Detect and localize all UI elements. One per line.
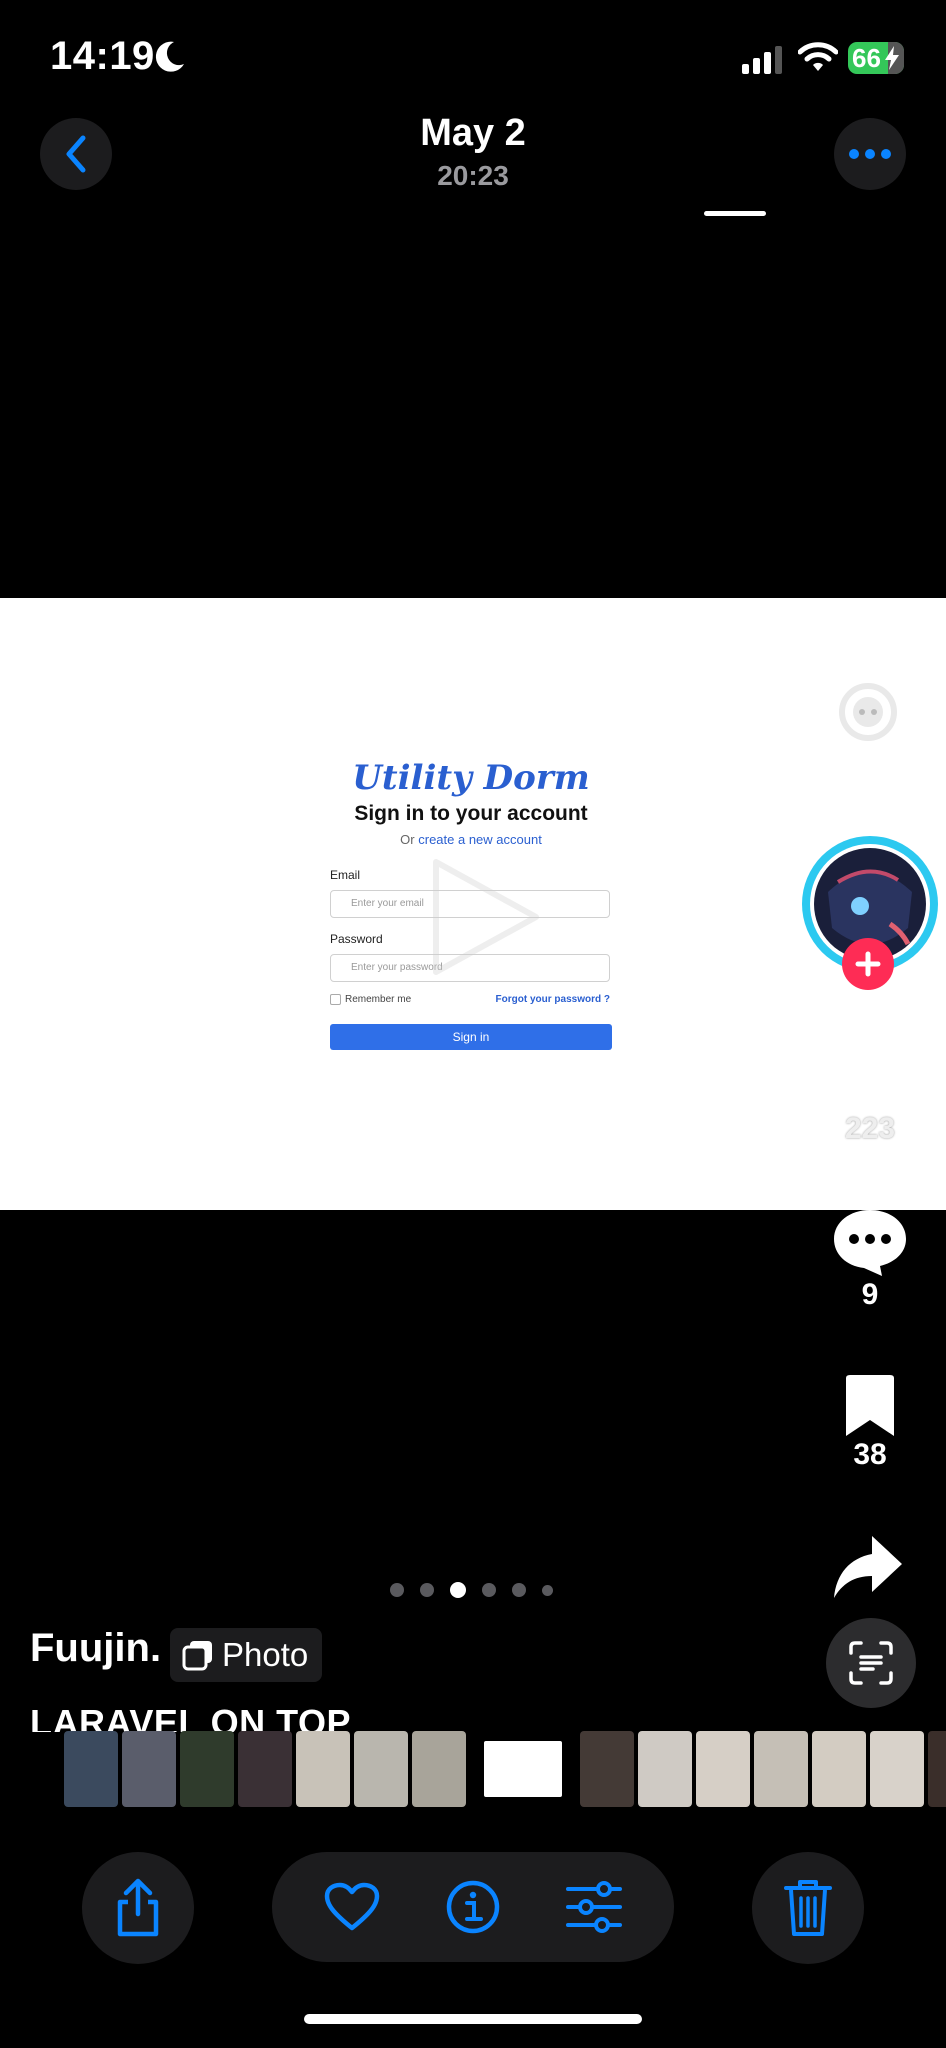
wifi-icon [798, 40, 838, 74]
info-button[interactable] [445, 1879, 501, 1935]
comment-bubble-icon [834, 1210, 906, 1276]
heart-icon [834, 1046, 906, 1110]
text-scan-icon [849, 1641, 893, 1685]
photo-stack-icon [182, 1641, 212, 1671]
filmstrip-thumbnail[interactable] [812, 1731, 866, 1807]
filmstrip-thumbnail[interactable] [928, 1731, 946, 1807]
page-dot [542, 1584, 553, 1596]
bookmark-count: 38 [853, 1438, 887, 1471]
bookmark-button[interactable]: 38 [820, 1374, 920, 1472]
heart-outline-icon [325, 1882, 380, 1931]
filmstrip-thumbnail[interactable] [580, 1731, 634, 1807]
adjust-button[interactable] [565, 1881, 622, 1933]
trash-icon [784, 1880, 832, 1936]
delete-button[interactable] [752, 1852, 864, 1964]
filmstrip-thumbnail[interactable] [122, 1731, 176, 1807]
focus-moon-icon [150, 38, 188, 76]
ellipsis-icon [849, 149, 891, 159]
battery-indicator: 66 [848, 42, 904, 74]
post-caption: LARAVEL ON TOP [30, 1702, 352, 1732]
create-account-link: create a new account [418, 832, 542, 847]
page-indicator [390, 1582, 553, 1598]
remember-label: Remember me [345, 994, 412, 1005]
page-dot [390, 1583, 404, 1597]
share-button[interactable] [82, 1852, 194, 1964]
brand-logo: Utility Dorm [352, 758, 590, 798]
page-dot [420, 1583, 434, 1597]
sliders-icon [565, 1881, 622, 1933]
comment-button[interactable]: 9 [820, 1208, 920, 1312]
signin-subtitle: Or create a new account [330, 832, 612, 847]
filmstrip-thumbnail[interactable] [64, 1731, 118, 1807]
filmstrip-thumbnail[interactable] [412, 1731, 466, 1807]
remember-me: Remember me [330, 994, 411, 1005]
filmstrip[interactable] [30, 1730, 946, 1808]
share-icon [117, 1878, 159, 1937]
signin-button: Sign in [330, 1024, 612, 1050]
more-options-button[interactable] [834, 118, 906, 190]
live-text-button[interactable] [826, 1618, 916, 1708]
photo-time: 20:23 [437, 160, 509, 191]
filmstrip-current-thumbnail[interactable] [484, 1741, 562, 1797]
page-dot [512, 1583, 526, 1597]
scrubber-indicator [704, 211, 766, 216]
page-dot [450, 1582, 466, 1598]
ai-assistant-icon[interactable] [838, 682, 898, 742]
like-button[interactable]: 223 [820, 1044, 920, 1146]
forgot-password-link: Forgot your password ? [495, 994, 610, 1005]
login-form-preview: Utility Dorm Sign in to your account Or … [330, 598, 612, 1210]
filmstrip-thumbnail[interactable] [638, 1731, 692, 1807]
bookmark-icon [846, 1375, 894, 1436]
favorite-button[interactable] [324, 1882, 380, 1932]
signin-title: Sign in to your account [354, 802, 588, 825]
page-dot [482, 1583, 496, 1597]
plus-icon [855, 951, 881, 977]
filmstrip-thumbnail[interactable] [296, 1731, 350, 1807]
filmstrip-thumbnail[interactable] [754, 1731, 808, 1807]
like-count: 223 [844, 1112, 896, 1145]
info-icon [446, 1880, 500, 1934]
password-label: Password [330, 932, 383, 946]
photo-date: May 2 [420, 112, 526, 154]
photo-actions-toolbar [272, 1852, 674, 1962]
filmstrip-thumbnail[interactable] [238, 1731, 292, 1807]
photo-badge-label: Photo [222, 1636, 309, 1673]
follow-button[interactable] [842, 938, 894, 990]
share-arrow-button[interactable] [832, 1534, 904, 1600]
cellular-signal-icon [742, 44, 784, 74]
author-name[interactable]: Fuujin. [30, 1626, 161, 1671]
charging-bolt-icon [885, 46, 899, 70]
status-time: 14:19 [50, 34, 155, 78]
photo-mode-badge[interactable]: Photo [170, 1628, 323, 1682]
battery-level: 66 [852, 43, 881, 73]
filmstrip-thumbnail[interactable] [696, 1731, 750, 1807]
signin-subtitle-prefix: Or [400, 832, 419, 847]
filmstrip-thumbnail[interactable] [870, 1731, 924, 1807]
home-indicator [304, 2014, 642, 2024]
share-arrow-icon [834, 1536, 902, 1598]
checkbox-icon [330, 994, 341, 1005]
email-label: Email [330, 868, 361, 882]
comment-count: 9 [861, 1278, 879, 1311]
play-overlay-icon [433, 859, 539, 975]
filmstrip-thumbnail[interactable] [180, 1731, 234, 1807]
filmstrip-thumbnail[interactable] [354, 1731, 408, 1807]
